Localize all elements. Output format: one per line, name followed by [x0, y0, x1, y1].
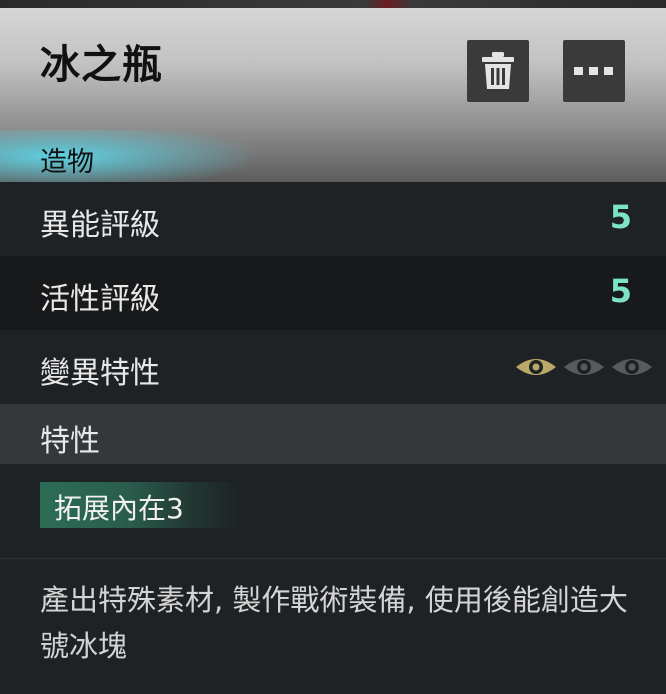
description-text: 產出特殊素材, 製作戰術裝備, 使用後能創造大號冰塊: [40, 583, 628, 663]
stat-label: 異能評級: [40, 208, 160, 243]
stat-row-activity-rating: 活性評級 5: [0, 256, 666, 330]
stat-value: 5: [609, 198, 632, 236]
category-strip: 造物: [0, 130, 666, 182]
category-label: 造物: [40, 147, 94, 178]
eye-icon-inactive: [564, 359, 604, 375]
more-options-button[interactable]: [563, 40, 625, 102]
stat-label: 活性評級: [40, 282, 160, 317]
section-label: 特性: [40, 424, 100, 459]
trait-tag[interactable]: 拓展內在3: [40, 482, 240, 528]
item-description: 產出特殊素材, 製作戰術裝備, 使用後能創造大號冰塊: [0, 559, 666, 694]
trait-label: 拓展內在3: [54, 492, 184, 525]
traits-section-header: 特性: [0, 404, 666, 464]
delete-button[interactable]: [467, 40, 529, 102]
traits-list: 拓展內在3: [0, 464, 666, 559]
more-options-icon: [574, 67, 613, 75]
stat-row-mutation-traits: 變異特性: [0, 330, 666, 404]
stat-label: 變異特性: [40, 356, 160, 391]
eye-icon-inactive: [612, 359, 652, 375]
trash-icon: [482, 52, 514, 89]
category-glow: [0, 130, 666, 182]
mutation-level-indicator: [514, 354, 654, 380]
eye-icon-active: [516, 359, 556, 375]
item-title: 冰之瓶: [40, 42, 163, 88]
item-detail-panel: 冰之瓶 造物 異能評級 5 活性評級 5 變異特性 特性 拓展內在3 產出特殊素…: [0, 0, 666, 694]
stat-row-ability-rating: 異能評級 5: [0, 182, 666, 256]
stat-value: 5: [609, 272, 632, 310]
